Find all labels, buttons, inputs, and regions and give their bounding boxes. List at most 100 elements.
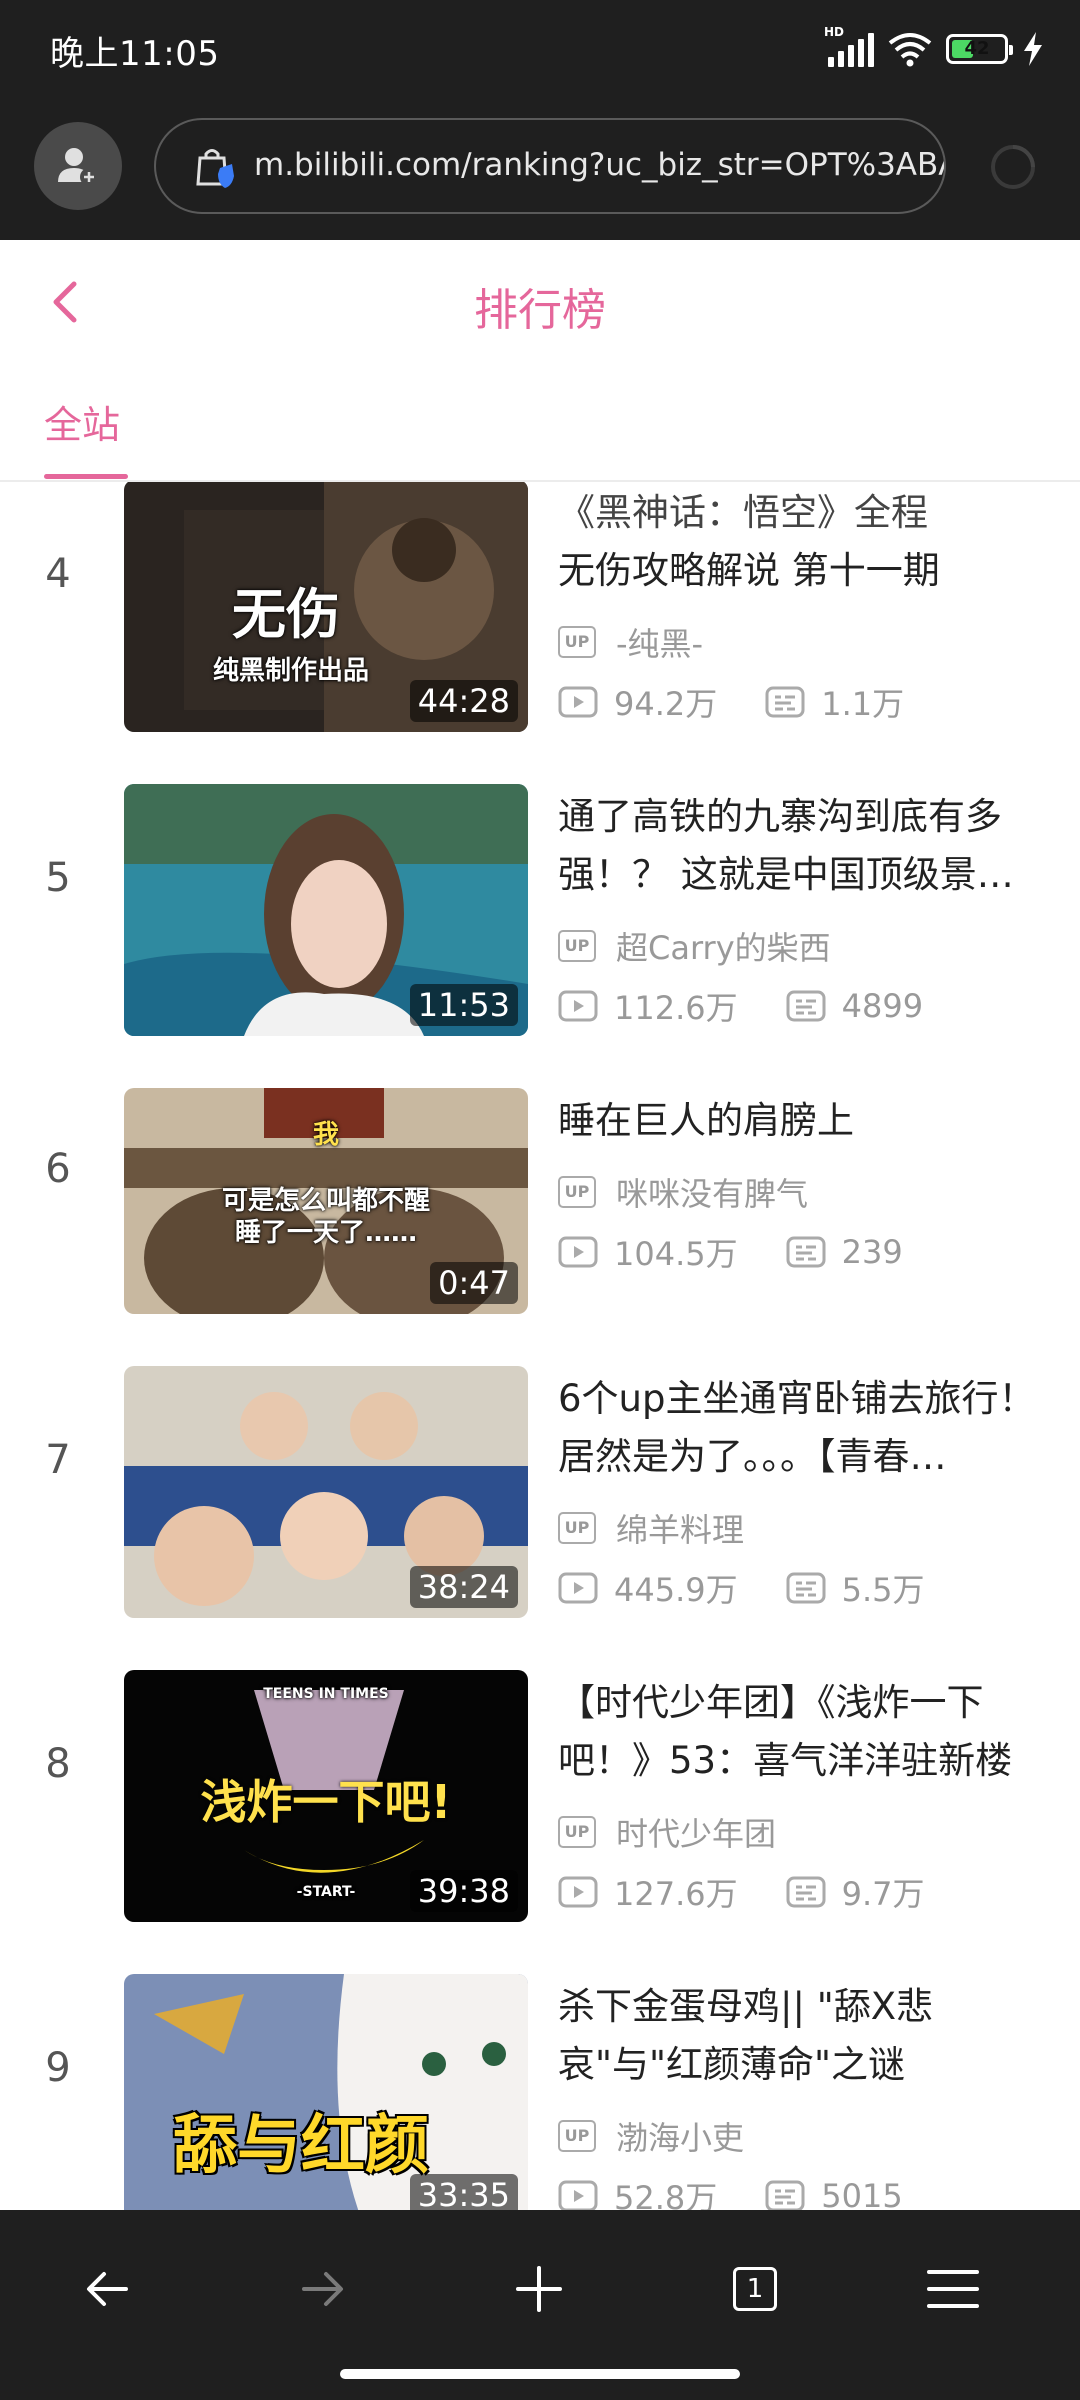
video-title[interactable]: 通了高铁的九寨沟到底有多强！？ 这就是中国顶级景… [558,788,1050,904]
danmaku-count: 9.7万 [841,1875,925,1913]
danmaku-icon [786,1876,826,1908]
tabs-button[interactable]: 1 [720,2254,790,2324]
play-count-icon [558,686,598,718]
uploader-name[interactable]: 咪咪没有脾气 [616,1169,808,1215]
rank-number: 7 [45,1437,71,1483]
ranking-item[interactable]: 6 我 可是怎么叫都不醒 睡了一天了…… 0:47 睡在巨人的肩膀上 UP 咪咪… [0,1030,1080,1314]
up-tag: UP [558,2120,596,2152]
uploader-name[interactable]: 时代少年团 [616,1809,776,1855]
video-duration: 38:24 [409,1566,518,1608]
thumbnail-caption: 舔与红颜 [173,2109,429,2183]
video-thumbnail[interactable]: 11:53 [124,784,528,1036]
thumbnail-brand: TEENS IN TIMES [263,1686,389,1702]
stats-line: 94.2万 1.1万 [558,672,1050,732]
danmaku-count: 239 [841,1233,903,1271]
plus-icon [516,2266,562,2312]
add-user-icon [58,148,98,186]
tab-all-site[interactable]: 全站 [44,394,120,449]
secure-shopping-icon [196,149,234,188]
uploader-line: UP 绵羊料理 [558,1498,1050,1558]
thumbnail-caption-line2: 睡了一天了…… [234,1218,417,1248]
ranking-item[interactable]: 5 11:53 通了高铁的九寨沟到底有多强！？ 这就是中国顶级景… UP 超Ca… [0,726,1080,1036]
rank-number: 5 [45,855,71,901]
view-count: 445.9万 [614,1571,738,1609]
new-tab-button[interactable] [504,2254,574,2324]
up-tag: UP [558,1176,596,1208]
video-title[interactable]: 杀下金蛋母鸡|| "舔X悲哀"与"红颜薄命"之谜 [558,1978,1050,2094]
video-info: 《黑神话：悟空》全程 无伤攻略解说 第十一期 UP -纯黑- 94.2万 1.1… [558,484,1050,732]
view-count: 94.2万 [614,685,718,723]
uploader-line: UP -纯黑- [558,612,1050,672]
uploader-name[interactable]: -纯黑- [616,619,703,665]
profile-button[interactable] [34,122,122,210]
play-count-icon [558,990,598,1022]
uploader-name[interactable]: 超Carry的柴西 [616,923,831,969]
danmaku-icon [786,1236,826,1268]
thumbnail-caption: 浅炸一下吧! [200,1775,452,1829]
loading-spinner-icon[interactable] [988,142,1038,192]
status-bar: 晚上11:05 HD 42 [0,0,1080,96]
menu-icon [927,2270,979,2308]
danmaku-count: 5.5万 [841,1571,925,1609]
video-thumbnail[interactable]: 38:24 [124,1366,528,1618]
up-tag: UP [558,1816,596,1848]
battery-level: 42 [964,38,990,59]
video-info: 6个up主坐通宵卧铺去旅行！居然是为了。。。【青春… UP 绵羊料理 445.9… [558,1370,1050,1618]
signal-icon: HD [824,25,874,67]
video-info: 睡在巨人的肩膀上 UP 咪咪没有脾气 104.5万 239 [558,1092,1050,1282]
view-count: 104.5万 [614,1235,738,1273]
video-info: 【时代少年团】《浅炸一下吧！》53：喜气洋洋驻新楼 UP 时代少年团 127.6… [558,1674,1050,1922]
ranking-item[interactable]: 9 舔与红颜 33:35 杀下金蛋母鸡|| "舔X悲哀"与"红颜薄命"之谜 UP… [0,1916,1080,2210]
video-duration: 39:38 [409,1870,518,1912]
stats-line: 445.9万 5.5万 [558,1558,1050,1618]
video-title-partial: 《黑神话：悟空》全程 [558,491,928,534]
page-header: 排行榜 [0,240,1080,366]
uploader-name[interactable]: 绵羊料理 [616,1505,744,1551]
address-bar[interactable]: m.bilibili.com/ranking?uc_biz_str=OPT%3A… [154,118,946,214]
danmaku-count: 4899 [841,987,924,1025]
uploader-line: UP 时代少年团 [558,1802,1050,1862]
video-thumbnail[interactable]: 我 可是怎么叫都不醒 睡了一天了…… 0:47 [124,1088,528,1314]
rank-number: 8 [45,1741,71,1787]
back-button[interactable] [72,2254,142,2324]
page-title: 排行榜 [474,285,606,336]
uploader-line: UP 超Carry的柴西 [558,916,1050,976]
uploader-line: UP 渤海小吏 [558,2106,1050,2166]
play-count-icon [558,1876,598,1908]
danmaku-count: 5015 [821,2177,903,2210]
up-tag: UP [558,626,596,658]
play-count-icon [558,1236,598,1268]
video-title[interactable]: 6个up主坐通宵卧铺去旅行！居然是为了。。。【青春… [558,1370,1050,1486]
up-tag: UP [558,1512,596,1544]
charging-icon [1024,32,1042,66]
ranking-item[interactable]: 7 38:24 6个up主坐通宵卧铺去旅行！居然是为了。。。【青春… UP 绵羊… [0,1308,1080,1618]
video-thumbnail[interactable]: TEENS IN TIMES 浅炸一下吧! -START- 39:38 [124,1670,528,1922]
video-title[interactable]: 【时代少年团】《浅炸一下吧！》53：喜气洋洋驻新楼 [558,1674,1050,1790]
danmaku-icon [786,990,826,1022]
ranking-list[interactable]: 4 无伤 纯黑制作出品 44:28 《黑神话：悟空》全程 无伤攻略解说 第十一期… [0,482,1080,2210]
up-tag: UP [558,930,596,962]
video-thumbnail[interactable]: 舔与红颜 33:35 [124,1974,528,2210]
menu-button[interactable] [918,2254,988,2324]
uploader-line: UP 咪咪没有脾气 [558,1162,1050,1222]
video-title[interactable]: 无伤攻略解说 第十一期 [558,542,1050,600]
rank-number: 6 [45,1146,71,1192]
battery-icon: 42 [946,34,1013,64]
video-title[interactable]: 睡在巨人的肩膀上 [558,1092,1050,1150]
ranking-item[interactable]: 8 TEENS IN TIMES 浅炸一下吧! -START- 39:38 【时… [0,1612,1080,1922]
video-info: 杀下金蛋母鸡|| "舔X悲哀"与"红颜薄命"之谜 UP 渤海小吏 52.8万 5… [558,1978,1050,2210]
view-count: 112.6万 [614,989,738,1027]
video-thumbnail[interactable]: 无伤 纯黑制作出品 44:28 [124,482,528,732]
stats-line: 112.6万 4899 [558,976,1050,1036]
video-duration: 11:53 [409,984,518,1026]
uploader-name[interactable]: 渤海小吏 [616,2113,744,2159]
stats-line: 52.8万 5015 [558,2166,1050,2210]
danmaku-icon [765,686,805,718]
video-info: 通了高铁的九寨沟到底有多强！？ 这就是中国顶级景… UP 超Carry的柴西 1… [558,788,1050,1036]
forward-button[interactable] [288,2254,358,2324]
back-arrow-icon [87,2272,128,2306]
ranking-item[interactable]: 4 无伤 纯黑制作出品 44:28 《黑神话：悟空》全程 无伤攻略解说 第十一期… [0,482,1080,732]
network-type: HD [824,25,845,39]
home-indicator[interactable] [340,2369,740,2379]
video-duration: 33:35 [409,2174,518,2210]
